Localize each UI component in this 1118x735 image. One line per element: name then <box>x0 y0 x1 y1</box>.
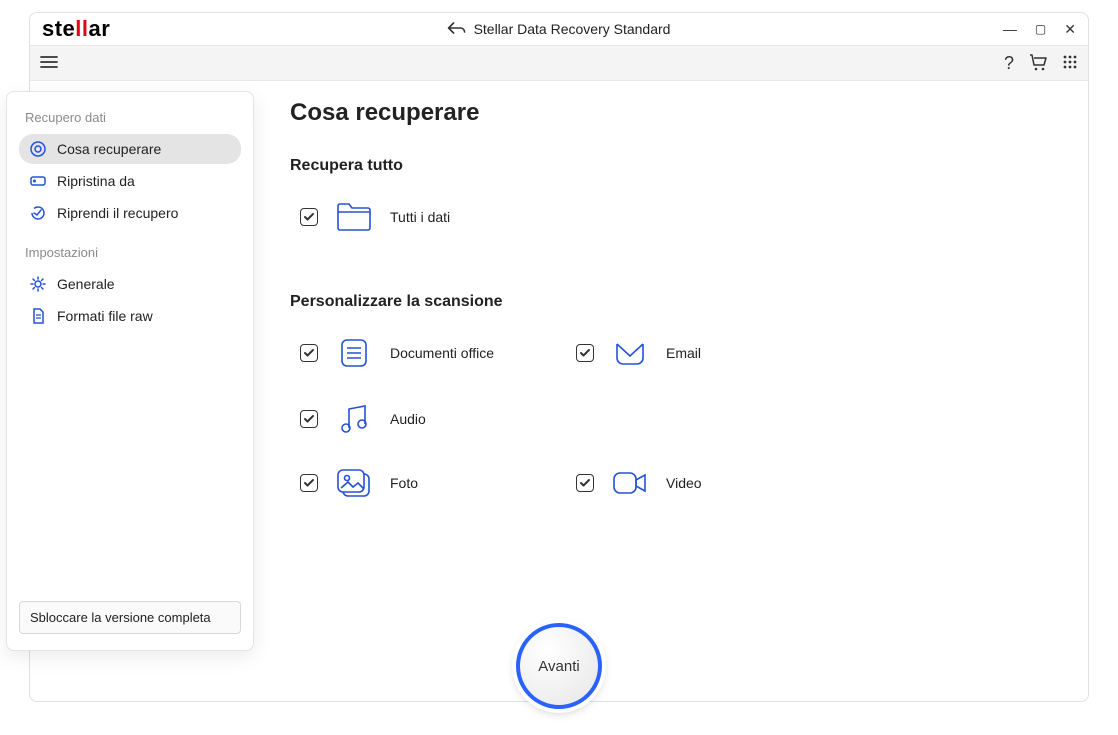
option-audio[interactable]: Audio <box>300 399 540 439</box>
option-label: Audio <box>390 411 426 427</box>
sidebar-item-label: Formati file raw <box>57 308 153 324</box>
help-icon[interactable]: ? <box>1004 53 1014 74</box>
recover-all-heading: Recupera tutto <box>290 157 1068 175</box>
option-photo[interactable]: Foto <box>300 463 540 503</box>
option-email[interactable]: Email <box>576 333 816 373</box>
apps-grid-icon[interactable] <box>1062 54 1078 73</box>
gear-icon <box>29 275 47 293</box>
option-label: Documenti office <box>390 345 494 361</box>
envelope-icon <box>610 333 650 373</box>
logo-text-post: ar <box>89 16 111 42</box>
minimize-button[interactable]: — <box>1003 22 1017 36</box>
music-note-icon <box>334 399 374 439</box>
target-icon <box>29 140 47 158</box>
app-logo: stellar <box>42 16 110 42</box>
option-office-docs[interactable]: Documenti office <box>300 333 540 373</box>
option-label: Tutti i dati <box>390 209 450 225</box>
sidebar-item-general[interactable]: Generale <box>19 269 241 299</box>
checkbox-all-data[interactable] <box>300 208 318 226</box>
drive-icon <box>29 172 47 190</box>
sidebar-section-recovery: Recupero dati <box>15 104 245 133</box>
toolbar: ? <box>30 45 1088 81</box>
next-button[interactable]: Avanti <box>516 623 602 709</box>
logo-text-mid: ll <box>75 16 88 42</box>
document-lines-icon <box>334 333 374 373</box>
photo-icon <box>334 463 374 503</box>
checkbox-video[interactable] <box>576 474 594 492</box>
option-all-data[interactable]: Tutti i dati <box>300 197 540 237</box>
titlebar: stellar Stellar Data Recovery Standard —… <box>30 13 1088 45</box>
sidebar-item-label: Cosa recuperare <box>57 141 161 157</box>
sidebar-item-label: Ripristina da <box>57 173 135 189</box>
window-title-text: Stellar Data Recovery Standard <box>474 21 671 37</box>
sidebar: Recupero dati Cosa recuperare Ripristina… <box>6 91 254 651</box>
maximize-button[interactable]: ▢ <box>1035 23 1046 35</box>
sidebar-item-raw-formats[interactable]: Formati file raw <box>19 301 241 331</box>
folder-icon <box>334 197 374 237</box>
menu-toggle-button[interactable] <box>40 55 58 72</box>
next-button-label: Avanti <box>538 658 579 675</box>
checkbox-office[interactable] <box>300 344 318 362</box>
close-button[interactable]: ✕ <box>1064 22 1076 36</box>
cart-icon[interactable] <box>1028 53 1048 74</box>
option-label: Foto <box>390 475 418 491</box>
option-video[interactable]: Video <box>576 463 816 503</box>
resume-icon <box>29 204 47 222</box>
checkbox-audio[interactable] <box>300 410 318 428</box>
document-icon <box>29 307 47 325</box>
video-icon <box>610 463 650 503</box>
page-title: Cosa recuperare <box>290 99 1068 127</box>
sidebar-item-label: Riprendi il recupero <box>57 205 178 221</box>
window-title: Stellar Data Recovery Standard <box>448 21 671 38</box>
checkbox-photo[interactable] <box>300 474 318 492</box>
unlock-button-label: Sbloccare la versione completa <box>30 610 211 625</box>
sidebar-item-resume-recovery[interactable]: Riprendi il recupero <box>19 198 241 228</box>
unlock-full-version-button[interactable]: Sbloccare la versione completa <box>19 601 241 634</box>
undo-arrow-icon[interactable] <box>448 21 466 38</box>
checkbox-email[interactable] <box>576 344 594 362</box>
customize-heading: Personalizzare la scansione <box>290 293 1068 311</box>
sidebar-item-restore-from[interactable]: Ripristina da <box>19 166 241 196</box>
logo-text-pre: ste <box>42 16 75 42</box>
main-panel: Cosa recuperare Recupera tutto Tutti i d… <box>290 99 1068 701</box>
sidebar-item-what-to-recover[interactable]: Cosa recuperare <box>19 134 241 164</box>
option-label: Email <box>666 345 701 361</box>
option-label: Video <box>666 475 702 491</box>
sidebar-section-settings: Impostazioni <box>15 239 245 268</box>
sidebar-item-label: Generale <box>57 276 115 292</box>
